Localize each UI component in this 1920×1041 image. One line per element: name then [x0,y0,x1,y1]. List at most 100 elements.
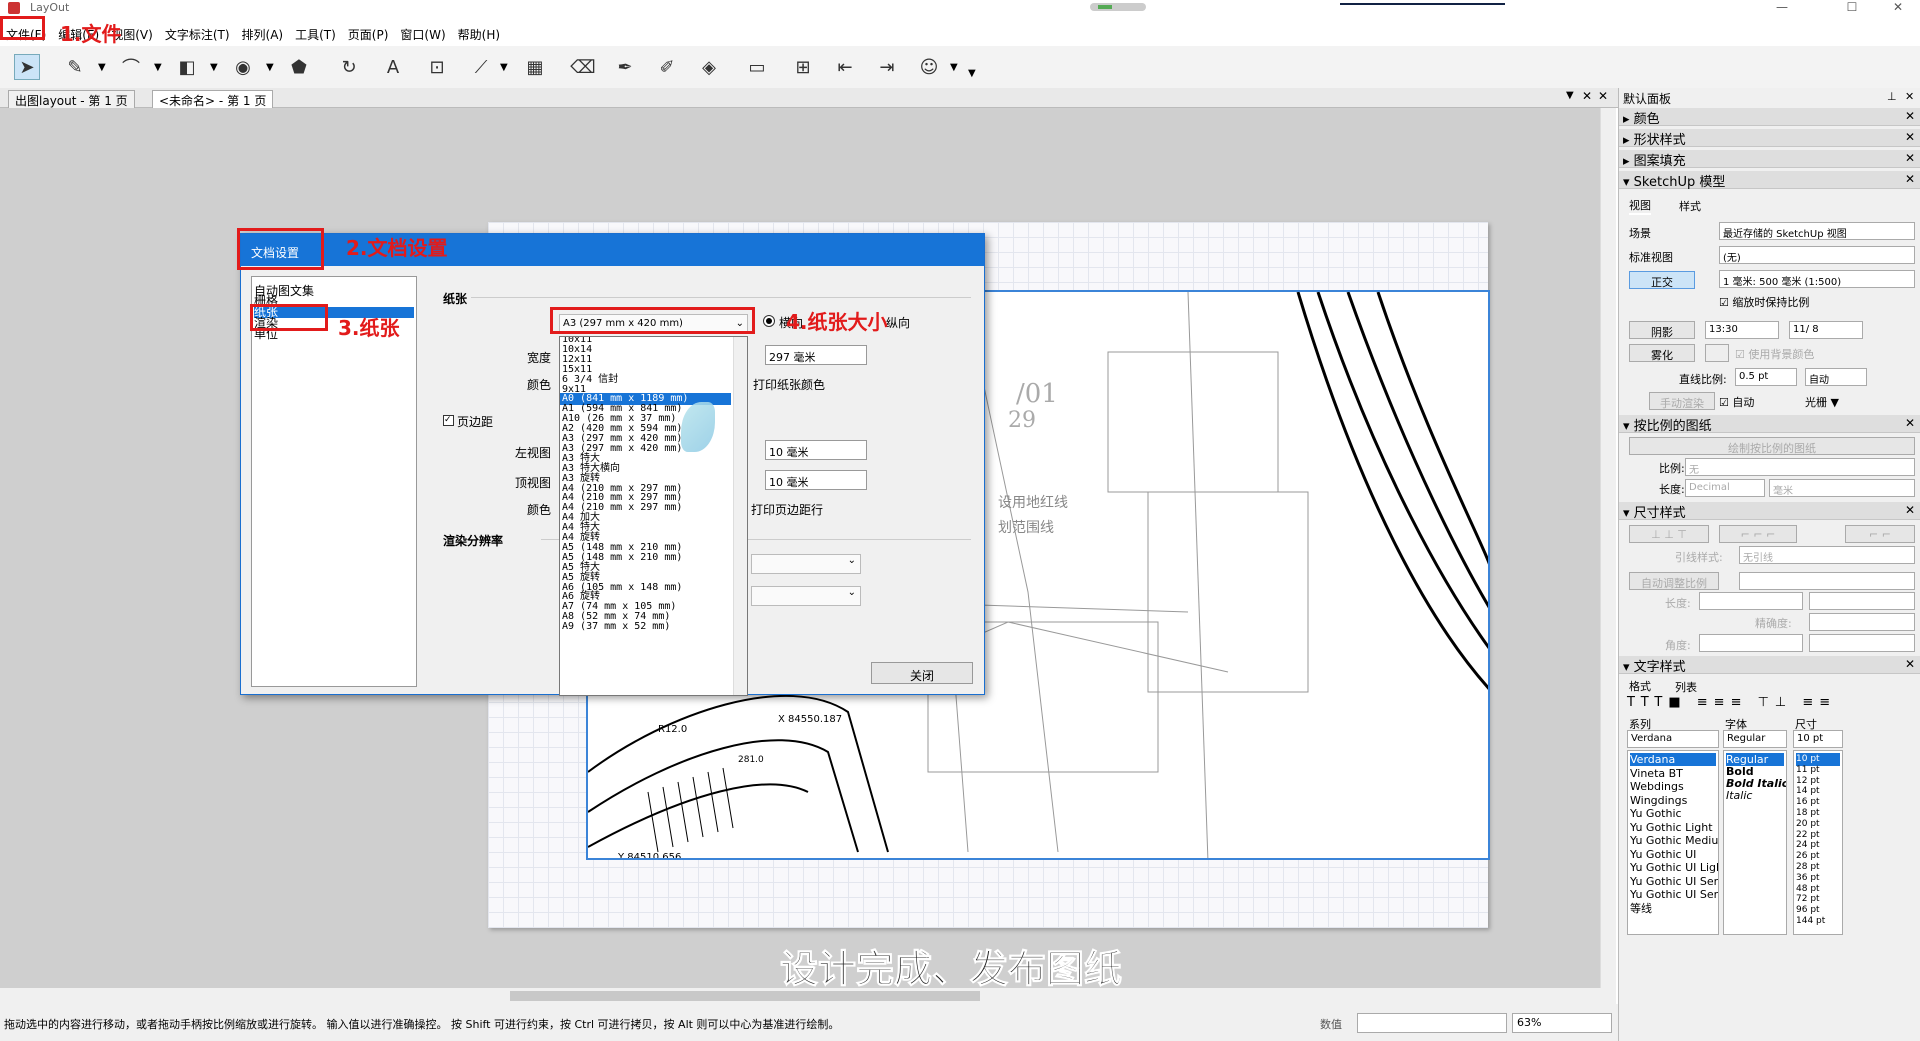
dim-length-unit-dropdown[interactable] [1809,592,1915,610]
dim-length-dropdown[interactable] [1699,592,1803,610]
date-field[interactable]: 11/ 8 [1789,321,1863,339]
font-family-item[interactable]: Vineta BT [1630,767,1683,780]
tab-document-1[interactable]: 出图layout - 第 1 页 [8,90,135,108]
account-icon[interactable]: ☺ [916,54,942,80]
font-family-item[interactable]: Yu Gothic UI Light [1630,861,1718,874]
section-color[interactable]: ▸ 颜色 ✕ [1619,108,1920,127]
font-family-item[interactable]: Yu Gothic UI Semilight [1630,888,1718,901]
presentation-icon[interactable]: ▭ [744,54,770,80]
polygon-tool-icon[interactable]: ⬟ [286,54,312,80]
menu-window[interactable]: 窗口(W) [394,24,451,44]
font-size-item[interactable]: 144 pt [1796,915,1825,928]
zoom-dropdown[interactable]: 63% [1512,1013,1612,1033]
list-scrollbar[interactable] [733,337,747,695]
length-format-dropdown[interactable]: Decimal [1685,479,1765,497]
paper-size-option[interactable]: A9 (37 mm x 52 mm) [562,621,670,633]
section-shape-style[interactable]: ▸ 形状样式 ✕ [1619,129,1920,148]
stdview-dropdown[interactable]: (无) [1719,246,1915,264]
auto-scale-button[interactable]: 自动调整比例 [1629,572,1719,590]
table-tool-icon[interactable]: ▦ [522,54,548,80]
fog-color-swatch[interactable] [1705,344,1729,362]
select-tool-icon[interactable]: ➤ [14,54,40,80]
render-edit-dropdown[interactable]: ⌄ [751,554,861,574]
dimension-tool-icon[interactable]: ⟋ [468,54,494,80]
next-page-icon[interactable]: ⇥ [874,54,900,80]
tab-document-2[interactable]: <未命名> - 第 1 页 [152,90,274,108]
value-input[interactable] [1357,1013,1507,1033]
fog-button[interactable]: 雾化 [1629,344,1695,362]
font-size-list[interactable]: 10 pt 11 pt 12 pt 14 pt 16 pt 18 pt 20 pt 22 pt… [1793,750,1843,935]
label-tool-icon[interactable]: ⊡ [424,54,450,80]
eraser-tool-icon[interactable]: ⌫ [570,54,596,80]
landscape-radio[interactable] [763,315,775,327]
time-field[interactable]: 13:30 [1705,321,1779,339]
font-style-list[interactable]: Regular Bold Bold Italic Italic [1723,750,1787,935]
ratio-dropdown[interactable]: 无 [1685,458,1915,476]
family-field[interactable]: Verdana [1627,730,1719,748]
pen-tool-icon[interactable]: ✐ [654,54,680,80]
keep-scale-checkbox[interactable]: ☑ 缩放时保持比例 [1719,294,1809,310]
vertical-scrollbar[interactable] [1600,108,1616,988]
text-tool-icon[interactable]: A [380,54,406,80]
menu-tools[interactable]: 工具(T) [289,24,342,44]
tab-style[interactable]: 样式 [1679,198,1701,214]
auto-render-checkbox[interactable]: ☑ 自动 [1719,394,1754,410]
line-scale-dropdown[interactable]: 0.5 pt [1735,368,1797,386]
arc-tool-icon[interactable]: ⌒ [118,54,144,80]
menu-help[interactable]: 帮助(H) [452,24,506,44]
eyedropper-tool-icon[interactable]: ✒ [612,54,638,80]
tab-view[interactable]: 视图 [1629,197,1651,215]
manual-render-button[interactable]: 手动渲染 [1649,392,1715,410]
paper-size-list[interactable]: 10x11 10x14 12x11 15x11 6 3/4 信封 9x11 A0 (841 … [559,336,748,696]
rectangle-tool-icon[interactable]: ◧ [174,54,200,80]
font-family-item[interactable]: Yu Gothic [1630,807,1682,820]
width-field[interactable]: 297 毫米 [765,345,867,365]
angle-unit-dropdown[interactable] [1809,634,1915,652]
menu-pages[interactable]: 页面(P) [342,24,395,44]
maximize-button[interactable]: ☐ [1830,0,1874,14]
text-format-buttons[interactable]: TTT■ ≡≡≡ ⊤⊥ ≡≡ [1627,695,1917,713]
previous-page-icon[interactable]: ⇤ [832,54,858,80]
font-family-item[interactable]: 等线 [1630,902,1652,915]
dim-text-buttons[interactable]: ⌐ ⌐ ⌐ [1719,525,1797,543]
auto-scale-dropdown[interactable] [1739,572,1915,590]
dim-align-buttons[interactable]: ⊥ ⊥ ⊤ [1629,525,1709,543]
scene-dropdown[interactable]: 最近存储的 SketchUp 视图 [1719,222,1915,240]
font-family-item[interactable]: Yu Gothic Light [1630,821,1713,834]
style-field[interactable]: Regular [1723,730,1787,748]
use-bg-checkbox[interactable]: ☑ 使用背景颜色 [1735,346,1814,362]
tab-format[interactable]: 格式 [1629,678,1651,694]
section-sketchup-model[interactable]: ▾ SketchUp 模型 ✕ [1619,171,1920,190]
make-scaled-drawing-button[interactable]: 绘制按比例的图纸 [1629,437,1915,455]
angle-dropdown[interactable] [1699,634,1803,652]
shadow-button[interactable]: 阴影 [1629,321,1695,339]
font-family-item[interactable]: Wingdings [1630,794,1687,807]
font-style-item[interactable]: Italic [1726,789,1752,802]
font-family-item[interactable]: Yu Gothic UI [1630,848,1696,861]
font-family-list[interactable]: Verdana Vineta BT Webdings Wingdings Yu Goth… [1627,750,1719,935]
menu-text[interactable]: 文字标注(T) [159,24,236,44]
section-pattern-fill[interactable]: ▸ 图案填充 ✕ [1619,150,1920,169]
scale-dropdown[interactable]: 1 毫米: 500 毫米 (1:500) [1719,270,1915,288]
tab-list-icon[interactable]: ▼ [1566,90,1574,101]
top-margin-field[interactable]: 10 毫米 [765,470,867,490]
add-page-icon[interactable]: ⊞ [790,54,816,80]
line-tool-icon[interactable]: ✎ [62,54,88,80]
close-doc-icon[interactable]: ✕ [1598,89,1608,103]
font-family-item[interactable]: Verdana [1630,753,1716,766]
close-window-button[interactable]: ✕ [1876,0,1920,14]
section-scaled-drawing[interactable]: ▾ 按比例的图纸 ✕ [1619,415,1920,434]
font-family-item[interactable]: Yu Gothic Medium [1630,834,1718,847]
length-unit-dropdown[interactable]: 毫米 [1769,479,1915,497]
style-tool-icon[interactable]: ◈ [696,54,722,80]
render-output-dropdown[interactable]: ⌄ [751,586,861,606]
close-tab-icon[interactable]: ✕ [1582,89,1592,103]
raster-dropdown[interactable]: 光栅 ▼ [1805,394,1839,410]
menu-arrange[interactable]: 排列(A) [236,24,290,44]
size-field[interactable]: 10 pt [1793,730,1843,748]
circle-tool-icon[interactable]: ◉ [230,54,256,80]
close-button[interactable]: 关闭 [871,662,973,684]
pin-icon[interactable]: ⊥ [1887,90,1897,103]
dim-orient-buttons[interactable]: ⌐ ⌐ [1845,525,1915,543]
font-family-item[interactable]: Webdings [1630,780,1684,793]
